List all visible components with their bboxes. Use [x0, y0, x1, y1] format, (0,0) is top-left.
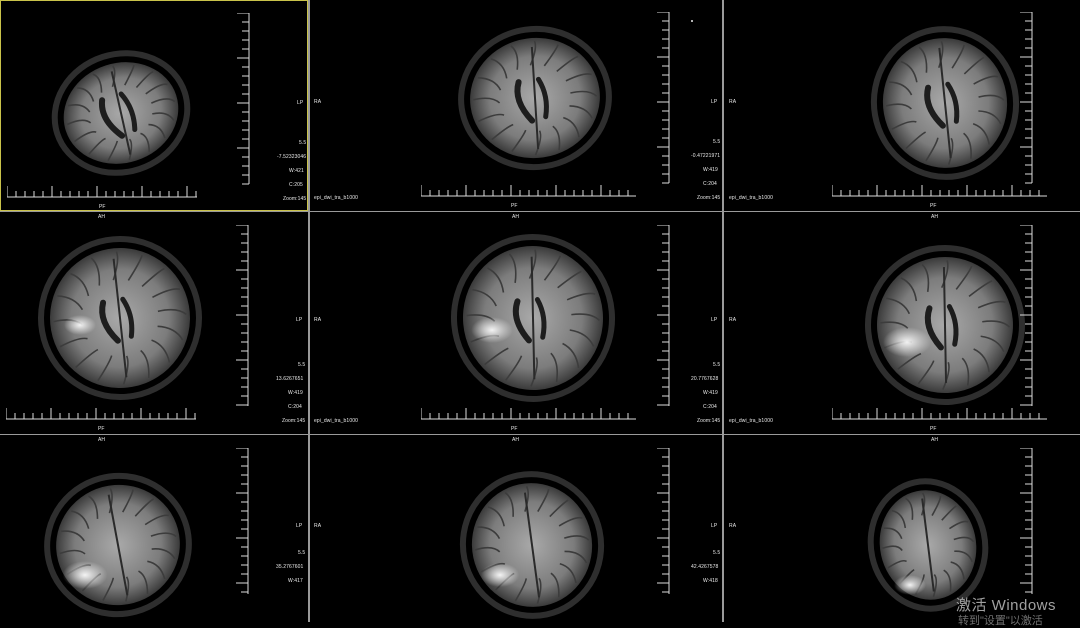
orientation-top-label: AH — [931, 437, 939, 443]
vertical-scale-ruler — [657, 12, 670, 184]
orientation-bottom-label: PF — [930, 203, 937, 209]
vertical-scale-ruler — [1020, 448, 1033, 594]
window-width: W:417 — [288, 578, 303, 584]
orientation-left-label: LP — [711, 317, 718, 323]
orientation-top-label: AH — [98, 214, 106, 220]
slice-position: 35.2767601 — [276, 564, 304, 570]
viewport-4[interactable]: LP 5.5 13.6267651 W:419 C:204 Zoom:145 PF AH — [0, 213, 308, 434]
orientation-right-label: RA — [729, 523, 737, 529]
horizontal-scale-ruler — [421, 408, 636, 420]
series-name: epi_dwi_tra_b1000 — [729, 418, 773, 424]
horizontal-scale-ruler — [421, 185, 636, 197]
vertical-scale-ruler — [657, 225, 670, 406]
window-width: W:419 — [288, 390, 303, 396]
slice-thickness: 5.5 — [299, 140, 307, 146]
orientation-left-label: LP — [296, 317, 303, 323]
series-name: epi_dwi_tra_b1000 — [729, 195, 773, 201]
orientation-left-label: LP — [711, 523, 718, 529]
slice-thickness: 5.5 — [298, 550, 306, 556]
viewport-6[interactable]: RA epi_dwi_tra_b1000 PF AH — [726, 213, 1080, 434]
orientation-right-label: RA — [729, 99, 737, 105]
viewport-1[interactable]: LP 5.5 -7.52323046 W:421 C:205 Zoom:145 PF — [0, 0, 308, 211]
slice-thickness: 5.5 — [713, 139, 721, 145]
zoom-level: Zoom:145 — [282, 418, 306, 424]
window-width: W:419 — [703, 167, 718, 173]
horizontal-scale-ruler — [832, 408, 1047, 420]
slice-position: -7.52323046 — [277, 154, 307, 160]
slice-position: 42.4267578 — [691, 564, 719, 570]
orientation-bottom-label: PF — [98, 426, 105, 432]
orientation-right-label: RA — [729, 317, 737, 323]
window-center: C:204 — [703, 404, 717, 410]
slice-position: -0.47221971 — [691, 153, 721, 159]
viewer-grid: LP 5.5 -7.52323046 W:421 C:205 Zoom:145 PF LP RA… — [0, 0, 1080, 622]
orientation-left-label: LP — [297, 100, 304, 106]
window-width: W:421 — [289, 168, 304, 174]
orientation-bottom-label: PF — [99, 204, 106, 210]
slice-thickness: 5.5 — [713, 362, 721, 368]
viewport-5[interactable]: LP RA 5.5 20.7767628 W:419 C:204 Zoom:145 epi_d… — [311, 213, 723, 434]
vertical-scale-ruler — [236, 448, 249, 594]
viewport-3[interactable]: RA epi_dwi_tra_b1000 PF — [726, 0, 1080, 211]
zoom-level: Zoom:145 — [697, 195, 721, 201]
window-width: W:419 — [703, 390, 718, 396]
slice-position: 20.7767628 — [691, 376, 719, 382]
orientation-right-label: RA — [314, 523, 322, 529]
orientation-top-label: AH — [512, 214, 520, 220]
slice-thickness: 5.5 — [713, 550, 721, 556]
orientation-right-label: RA — [314, 317, 322, 323]
window-center: C:204 — [703, 181, 717, 187]
window-width: W:418 — [703, 578, 718, 584]
viewport-divider[interactable] — [723, 0, 724, 622]
viewport-divider[interactable] — [309, 0, 310, 622]
series-name: epi_dwi_tra_b1000 — [314, 418, 358, 424]
zoom-level: Zoom:145 — [283, 196, 307, 202]
dwi-slice-image[interactable] — [0, 436, 308, 622]
orientation-left-label: LP — [711, 99, 718, 105]
orientation-top-label: AH — [98, 437, 106, 443]
horizontal-scale-ruler — [6, 408, 196, 420]
orientation-bottom-label: PF — [930, 426, 937, 432]
horizontal-scale-ruler — [832, 185, 1047, 197]
dwi-slice-image[interactable] — [0, 213, 308, 434]
vertical-scale-ruler — [1020, 12, 1033, 184]
vertical-scale-ruler — [237, 13, 250, 185]
orientation-left-label: LP — [296, 523, 303, 529]
viewport-2[interactable]: LP RA 5.5 -0.47221971 W:419 C:204 Zoom:145 epi_… — [311, 0, 723, 211]
orientation-bottom-label: PF — [511, 203, 518, 209]
viewport-divider[interactable] — [0, 434, 1080, 435]
series-name: epi_dwi_tra_b1000 — [314, 195, 358, 201]
viewport-divider[interactable] — [0, 211, 1080, 212]
orientation-top-label: AH — [512, 437, 520, 443]
slice-thickness: 5.5 — [298, 362, 306, 368]
viewport-7[interactable]: LP 5.5 35.2767601 W:417 AH — [0, 436, 308, 622]
orientation-top-label: AH — [931, 214, 939, 220]
zoom-level: Zoom:145 — [697, 418, 721, 424]
windows-activation-subtext: 转到"设置"以激活 — [958, 615, 1043, 627]
window-center: C:204 — [288, 404, 302, 410]
vertical-scale-ruler — [236, 225, 249, 406]
slice-position: 13.6267651 — [276, 376, 304, 382]
window-center: C:205 — [289, 182, 303, 188]
dwi-slice-image[interactable] — [1, 1, 308, 211]
viewport-8[interactable]: LP RA 5.5 42.4267578 W:418 AH — [311, 436, 723, 622]
vertical-scale-ruler — [1020, 225, 1033, 406]
cursor-marker — [691, 20, 693, 22]
orientation-right-label: RA — [314, 99, 322, 105]
vertical-scale-ruler — [657, 448, 670, 594]
orientation-bottom-label: PF — [511, 426, 518, 432]
horizontal-scale-ruler — [7, 186, 197, 198]
